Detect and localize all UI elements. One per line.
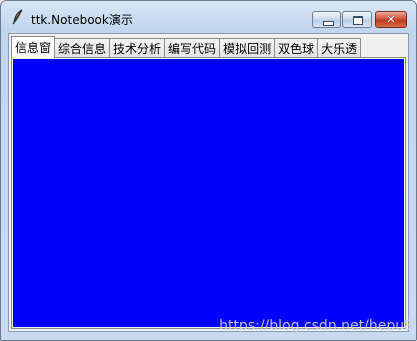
tab-double-color-ball[interactable]: 双色球	[274, 38, 319, 58]
minimize-icon	[323, 21, 334, 26]
watermark-text: https://blog.csdn.net/hepu8	[219, 318, 413, 334]
tab-backtest[interactable]: 模拟回测	[219, 38, 276, 58]
feather-icon	[11, 9, 25, 25]
title-bar[interactable]: ttk.Notebook演示 ✕	[1, 1, 416, 32]
tab-write-code[interactable]: 编写代码	[164, 38, 221, 58]
maximize-button[interactable]	[342, 11, 372, 28]
app-window: ttk.Notebook演示 ✕ 信息窗 综合信息 技术分析 编写代码 模拟回测…	[0, 0, 417, 341]
minimize-button[interactable]	[312, 11, 341, 28]
window-title: ttk.Notebook演示	[31, 13, 133, 27]
maximize-icon	[353, 16, 363, 25]
tab-super-lotto[interactable]: 大乐透	[317, 38, 362, 58]
close-button[interactable]: ✕	[375, 11, 407, 28]
client-area: 信息窗 综合信息 技术分析 编写代码 模拟回测 双色球 大乐透	[8, 33, 409, 332]
tab-info-window[interactable]: 信息窗	[11, 36, 56, 58]
close-icon: ✕	[386, 13, 396, 26]
info-window-canvas[interactable]	[13, 59, 404, 327]
notebook-tabs: 信息窗 综合信息 技术分析 编写代码 模拟回测 双色球 大乐透	[11, 36, 362, 58]
tab-overview[interactable]: 综合信息	[54, 38, 111, 58]
notebook-page	[11, 57, 406, 329]
tab-technical-analysis[interactable]: 技术分析	[109, 38, 166, 58]
